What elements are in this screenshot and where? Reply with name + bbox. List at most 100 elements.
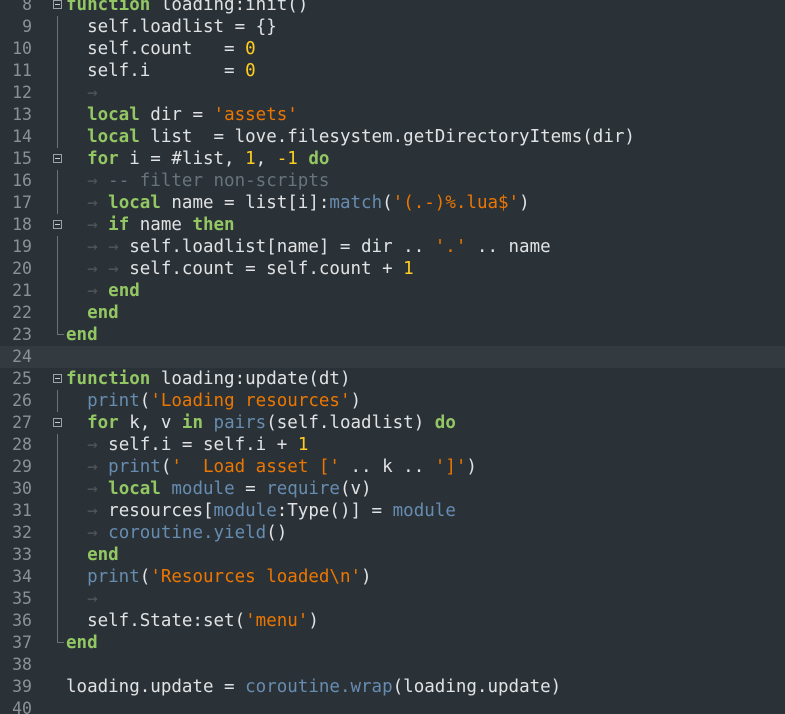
- code-text[interactable]: → → self.count = self.count + 1: [66, 258, 414, 280]
- code-line[interactable]: 36 self.State:set('menu'): [0, 610, 785, 632]
- code-text[interactable]: self.State:set('menu'): [66, 610, 319, 632]
- code-text[interactable]: → self.i = self.i + 1: [66, 434, 308, 456]
- code-text[interactable]: function loading:init(): [66, 0, 308, 16]
- code-line[interactable]: 22 end: [0, 302, 785, 324]
- code-text[interactable]: → -- filter non-scripts: [66, 170, 329, 192]
- code-line[interactable]: 39 loading.update = coroutine.wrap(loadin…: [0, 676, 785, 698]
- code-token: ): [350, 391, 362, 411]
- fold-guide-line: [57, 192, 58, 214]
- code-text[interactable]: self.loadlist = {}: [66, 16, 277, 38]
- code-token: name = list[i]:: [160, 193, 330, 213]
- code-line[interactable]: 23 end: [0, 324, 785, 346]
- code-line[interactable]: 16 → -- filter non-scripts: [0, 170, 785, 192]
- code-line[interactable]: 13 local dir = 'assets': [0, 104, 785, 126]
- code-line[interactable]: 8 function loading:init(): [0, 0, 785, 16]
- code-text[interactable]: local dir = 'assets': [66, 104, 298, 126]
- line-number: 28: [12, 435, 32, 454]
- code-text[interactable]: end: [66, 632, 98, 654]
- code-text[interactable]: end: [66, 302, 119, 324]
- line-number: 22: [12, 303, 32, 322]
- code-token: if: [108, 215, 130, 235]
- code-line[interactable]: 15 for i = #list, 1, -1 do: [0, 148, 785, 170]
- code-line[interactable]: 30 → local module = require(v): [0, 478, 785, 500]
- code-token: =: [234, 479, 267, 499]
- code-line[interactable]: 32 → coroutine.yield(): [0, 522, 785, 544]
- code-line[interactable]: 38: [0, 654, 785, 676]
- code-text[interactable]: →: [66, 588, 98, 610]
- code-text[interactable]: print('Resources loaded\n'): [66, 566, 372, 588]
- line-number: 40: [12, 699, 32, 714]
- fold-guide-line: [57, 434, 58, 456]
- fold-collapse-icon[interactable]: [53, 154, 62, 163]
- code-text[interactable]: function loading:update(dt): [66, 368, 350, 390]
- code-line[interactable]: 9 self.loadlist = {}: [0, 16, 785, 38]
- code-token: 1: [245, 149, 256, 169]
- code-line[interactable]: 33 end: [0, 544, 785, 566]
- code-line[interactable]: 28 → self.i = self.i + 1: [0, 434, 785, 456]
- code-line[interactable]: 24: [0, 346, 785, 368]
- code-line[interactable]: 19 → → self.loadlist[name] = dir .. '.' …: [0, 236, 785, 258]
- code-text[interactable]: → print(' Load asset [' .. k .. ']'): [66, 456, 477, 478]
- code-text[interactable]: for i = #list, 1, -1 do: [66, 148, 329, 170]
- code-text[interactable]: end: [66, 324, 98, 346]
- code-token: ']': [434, 457, 467, 477]
- fold-collapse-icon[interactable]: [53, 220, 62, 229]
- code-text[interactable]: → resources[module:Type()] = module: [66, 500, 456, 522]
- fold-collapse-icon[interactable]: [53, 418, 62, 427]
- code-text[interactable]: local list = love.filesystem.getDirector…: [66, 126, 635, 148]
- code-line[interactable]: 21 → end: [0, 280, 785, 302]
- code-text[interactable]: → → self.loadlist[name] = dir .. '.' .. …: [66, 236, 551, 258]
- line-number: 17: [12, 193, 32, 212]
- indent-guide: →: [66, 479, 109, 499]
- code-text[interactable]: →: [66, 82, 98, 104]
- code-line[interactable]: 27 for k, v in pairs(self.loadlist) do: [0, 412, 785, 434]
- code-line[interactable]: 17 → local name = list[i]:match('(.-)%.l…: [0, 192, 785, 214]
- code-line[interactable]: 40: [0, 698, 785, 714]
- code-line[interactable]: 14 local list = love.filesystem.getDirec…: [0, 126, 785, 148]
- code-text[interactable]: → coroutine.yield(): [66, 522, 287, 544]
- line-number: 29: [12, 457, 32, 476]
- code-text[interactable]: → local name = list[i]:match('(.-)%.lua$…: [66, 192, 530, 214]
- code-lines[interactable]: 8 function loading:init() 9 self.loadlist …: [0, 0, 785, 714]
- code-token: (: [139, 567, 151, 587]
- code-text[interactable]: → local module = require(v): [66, 478, 372, 500]
- code-line[interactable]: 26 print('Loading resources'): [0, 390, 785, 412]
- code-line[interactable]: 18 → if name then: [0, 214, 785, 236]
- code-token: -- filter non-scripts: [108, 171, 330, 191]
- code-line[interactable]: 10 self.count = 0: [0, 38, 785, 60]
- line-number: 27: [12, 413, 32, 432]
- code-token: require: [266, 479, 340, 499]
- code-line[interactable]: 25 function loading:update(dt): [0, 368, 785, 390]
- code-token: self.count =: [87, 39, 246, 59]
- code-token: ,: [255, 149, 277, 169]
- code-text[interactable]: → if name then: [66, 214, 235, 236]
- line-number: 10: [12, 39, 32, 58]
- code-line[interactable]: 11 self.i = 0: [0, 60, 785, 82]
- code-text[interactable]: end: [66, 544, 119, 566]
- code-text[interactable]: self.count = 0: [66, 38, 256, 60]
- code-line[interactable]: 12 →: [0, 82, 785, 104]
- line-number: 11: [12, 61, 32, 80]
- fold-collapse-icon[interactable]: [53, 0, 62, 9]
- fold-guide-line: [57, 82, 58, 104]
- line-number: 31: [12, 501, 32, 520]
- code-line[interactable]: 29 → print(' Load asset [' .. k .. ']'): [0, 456, 785, 478]
- code-text[interactable]: print('Loading resources'): [66, 390, 361, 412]
- fold-collapse-icon[interactable]: [53, 374, 62, 383]
- code-line[interactable]: 37 end: [0, 632, 785, 654]
- indent-guide: → →: [66, 237, 130, 257]
- code-editor[interactable]: 8 function loading:init() 9 self.loadlist …: [0, 0, 785, 714]
- code-text[interactable]: self.i = 0: [66, 60, 256, 82]
- code-line[interactable]: 35 →: [0, 588, 785, 610]
- code-line[interactable]: 20 → → self.count = self.count + 1: [0, 258, 785, 280]
- code-text[interactable]: for k, v in pairs(self.loadlist) do: [66, 412, 456, 434]
- code-line[interactable]: 34 print('Resources loaded\n'): [0, 566, 785, 588]
- indent-guide: →: [66, 193, 109, 213]
- code-token: do: [434, 413, 456, 433]
- code-line[interactable]: 31 → resources[module:Type()] = module: [0, 500, 785, 522]
- line-number: 25: [12, 369, 32, 388]
- code-text[interactable]: → end: [66, 280, 140, 302]
- code-text[interactable]: loading.update = coroutine.wrap(loading.…: [66, 676, 561, 698]
